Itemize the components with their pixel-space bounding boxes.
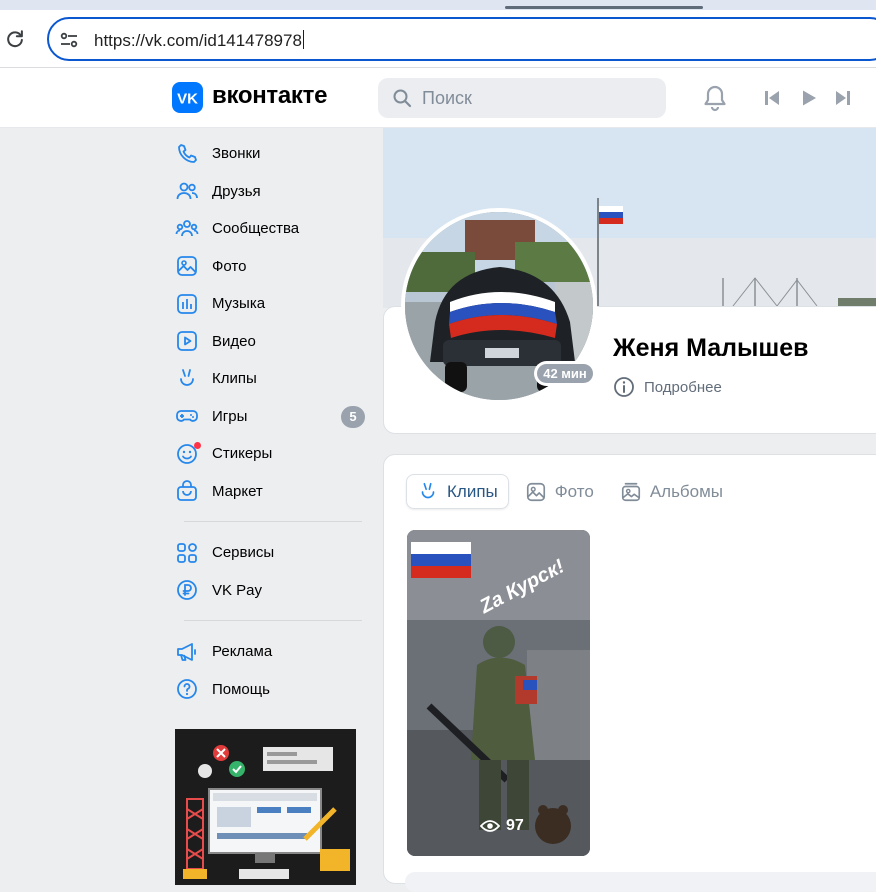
sidebar-item-communities[interactable]: Сообщества xyxy=(172,210,367,248)
search-input[interactable] xyxy=(422,78,652,118)
photo-icon xyxy=(177,256,197,277)
sidebar-item-stickers[interactable]: Стикеры xyxy=(172,435,367,473)
sidebar-divider xyxy=(184,521,362,522)
player-play-icon[interactable] xyxy=(800,89,818,107)
vk-wordmark[interactable]: вконтакте xyxy=(212,82,327,110)
sidebar-item-label: Клипы xyxy=(212,370,257,388)
sidebar-item-music[interactable]: Музыка xyxy=(172,285,367,323)
sidebar-item-label: Сообщества xyxy=(212,220,300,238)
sidebar-item-games[interactable]: Игры 5 xyxy=(172,398,367,436)
services-icon xyxy=(177,542,197,563)
search-box[interactable] xyxy=(378,78,666,118)
profile-name: Женя Малышев xyxy=(613,334,809,362)
url-text[interactable]: https://vk.com/id141478978 xyxy=(94,30,304,51)
albums-icon xyxy=(621,482,640,501)
last-seen-text: 42 мин xyxy=(537,364,593,383)
tab-label: Фото xyxy=(554,481,594,501)
sidebar-item-label: Музыка xyxy=(212,295,266,313)
vk-logo-icon[interactable]: VK xyxy=(172,82,203,113)
sidebar-item-label: Помощь xyxy=(212,680,270,698)
next-section-card xyxy=(405,872,876,892)
tab-label: Клипы xyxy=(447,481,498,501)
clips-icon xyxy=(421,482,435,498)
clips-icon xyxy=(180,368,194,386)
ads-icon xyxy=(177,642,196,661)
vk-header: VK вконтакте xyxy=(0,68,876,128)
sidebar-divider xyxy=(184,620,362,621)
active-tab-indicator[interactable] xyxy=(505,6,703,9)
browser-tab-strip xyxy=(0,0,876,10)
sidebar-item-help[interactable]: Помощь xyxy=(172,671,367,709)
vkpay-icon xyxy=(177,580,197,601)
clip-thumbnail[interactable]: Za Курск! xyxy=(407,530,590,856)
clip-image: Za Курск! xyxy=(407,530,590,856)
tab-photos[interactable]: Фото xyxy=(515,474,604,509)
sidebar-item-video[interactable]: Видео xyxy=(172,323,367,361)
more-info-label: Подробнее xyxy=(644,378,722,396)
market-icon xyxy=(177,480,197,502)
sidebar-item-services[interactable]: Сервисы xyxy=(172,534,367,572)
sidebar-item-label: Звонки xyxy=(212,145,261,163)
sidebar-item-label: Игры xyxy=(212,407,248,425)
tab-albums[interactable]: Альбомы xyxy=(610,474,733,509)
svg-text:VK: VK xyxy=(177,91,198,108)
help-icon xyxy=(177,679,197,700)
text-caret xyxy=(302,30,304,49)
browser-toolbar: https://vk.com/id141478978 xyxy=(0,10,876,68)
sidebar-item-ads[interactable]: Реклама xyxy=(172,633,367,671)
ad-illustration xyxy=(175,729,356,885)
info-icon xyxy=(614,377,634,397)
reload-icon[interactable] xyxy=(4,28,26,50)
notifications-bell-icon[interactable] xyxy=(702,84,728,112)
eye-icon xyxy=(480,820,500,832)
phone-icon xyxy=(178,143,197,163)
sidebar-item-label: Сервисы xyxy=(212,544,275,562)
clip-views-counter: 97 xyxy=(480,817,524,835)
sidebar-item-market[interactable]: Маркет xyxy=(172,473,367,511)
sidebar-item-clips[interactable]: Клипы xyxy=(172,360,367,398)
sidebar-item-calls[interactable]: Звонки xyxy=(172,135,367,173)
sidebar-item-label: VK Pay xyxy=(212,581,263,599)
sidebar-item-label: Видео xyxy=(212,332,256,350)
photo-icon xyxy=(526,482,545,501)
games-icon xyxy=(176,410,198,422)
sidebar-item-label: Друзья xyxy=(212,182,261,200)
site-settings-icon[interactable] xyxy=(59,30,79,50)
sidebar-item-photos[interactable]: Фото xyxy=(172,248,367,286)
games-counter-badge: 5 xyxy=(341,405,365,428)
communities-icon xyxy=(175,219,199,236)
sidebar-item-label: Фото xyxy=(212,257,247,275)
sidebar-item-vkpay[interactable]: VK Pay xyxy=(172,572,367,610)
media-tabs: Клипы Фото Альбомы xyxy=(406,474,739,509)
friends-icon xyxy=(176,182,198,200)
clip-views-count: 97 xyxy=(506,817,524,834)
new-stickers-dot xyxy=(194,442,201,449)
address-bar[interactable]: https://vk.com/id141478978 xyxy=(47,17,876,61)
sidebar-item-label: Стикеры xyxy=(212,445,273,463)
left-sidebar: Звонки Друзья Сообщества Фото Музыка Вид… xyxy=(172,135,367,708)
sidebar-item-label: Маркет xyxy=(212,482,263,500)
sidebar-item-friends[interactable]: Друзья xyxy=(172,173,367,211)
sidebar-ad-banner[interactable] xyxy=(175,729,356,885)
video-icon xyxy=(177,331,197,352)
search-icon xyxy=(393,89,412,108)
tab-clips[interactable]: Клипы xyxy=(406,474,509,509)
tab-label: Альбомы xyxy=(649,481,724,501)
last-seen-badge: 42 мин xyxy=(534,361,596,386)
sidebar-item-label: Реклама xyxy=(212,643,273,661)
music-icon xyxy=(177,293,197,314)
player-next-icon[interactable] xyxy=(834,89,852,107)
player-previous-icon[interactable] xyxy=(763,89,781,107)
profile-more-info-link[interactable]: Подробнее xyxy=(613,376,722,398)
